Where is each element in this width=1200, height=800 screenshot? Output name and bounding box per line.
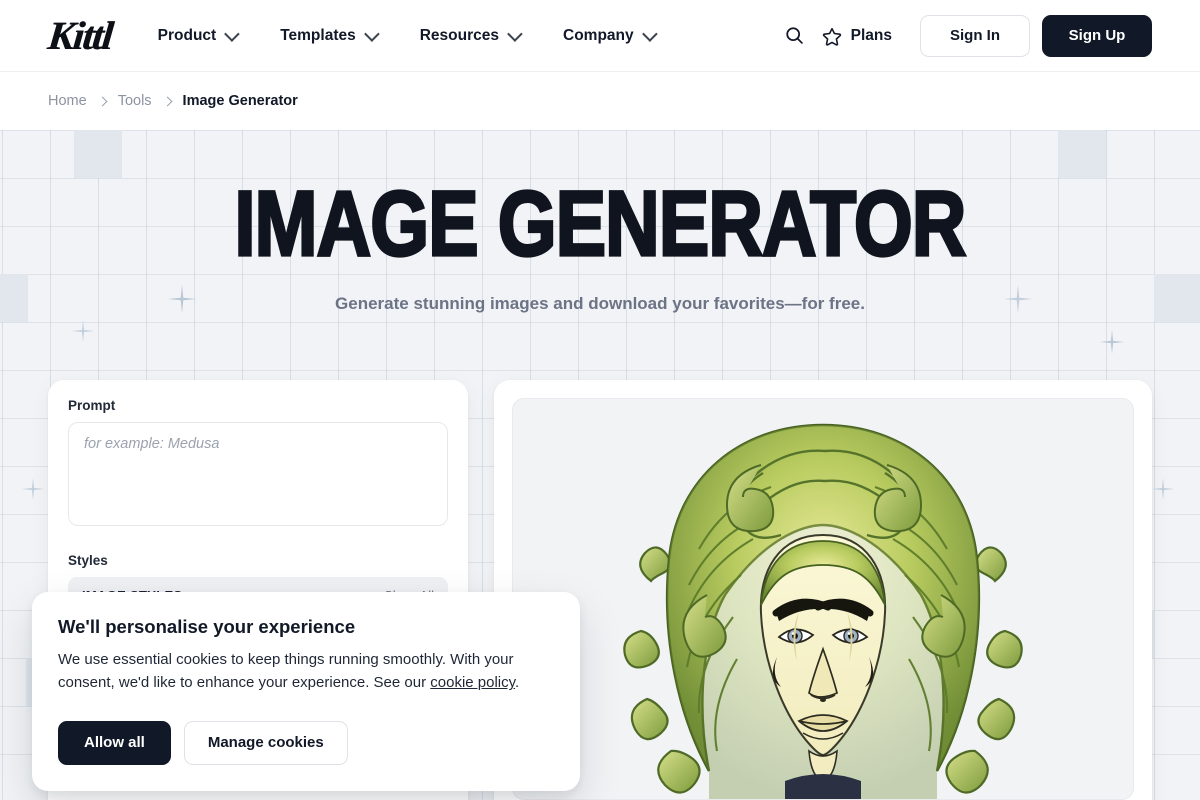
allow-all-button[interactable]: Allow all	[58, 720, 171, 765]
cookie-body-text-end: .	[515, 674, 520, 692]
nav-item-resources[interactable]: Resources	[398, 26, 541, 45]
breadcrumb-item-home[interactable]: Home	[48, 93, 87, 109]
sign-up-button[interactable]: Sign Up	[1042, 14, 1152, 57]
prompt-label: Prompt	[68, 398, 116, 413]
cookie-banner-body: We use essential cookies to keep things …	[58, 648, 538, 695]
nav-item-product[interactable]: Product	[136, 26, 259, 45]
chevron-down-icon	[363, 26, 380, 42]
page-title: IMAGE GENERATOR	[233, 173, 967, 275]
page-root: Kittl Product Templates Resources Compan…	[0, 0, 1200, 800]
nav-item-label: Company	[563, 26, 634, 44]
plans-label: Plans	[850, 26, 892, 44]
cookie-policy-link[interactable]: cookie policy	[430, 674, 515, 691]
styles-label: Styles	[68, 553, 108, 568]
chevron-down-icon	[641, 26, 658, 42]
primary-nav: Product Templates Resources Company	[136, 26, 676, 45]
cookie-banner-title: We'll personalise your experience	[58, 616, 356, 637]
chevron-down-icon	[224, 26, 240, 42]
chevron-down-icon	[507, 26, 523, 42]
cookie-consent-banner: We'll personalise your experience We use…	[32, 592, 580, 791]
chevron-right-icon	[97, 96, 108, 106]
nav-item-templates[interactable]: Templates	[258, 26, 398, 45]
nav-item-label: Resources	[419, 26, 499, 44]
kittl-logo[interactable]: Kittl	[46, 13, 114, 58]
nav-item-company[interactable]: Company	[541, 26, 676, 45]
prompt-input[interactable]	[68, 422, 448, 526]
breadcrumb: Home Tools Image Generator	[48, 93, 298, 109]
nav-item-label: Product	[157, 26, 217, 44]
manage-cookies-button[interactable]: Manage cookies	[183, 720, 348, 765]
page-subtitle: Generate stunning images and download yo…	[335, 293, 865, 313]
star-icon	[822, 27, 841, 46]
site-header: Kittl Product Templates Resources Compan…	[0, 0, 1200, 72]
search-button[interactable]	[776, 17, 814, 55]
preview-panel	[494, 380, 1152, 800]
breadcrumb-item-current: Image Generator	[182, 93, 298, 109]
medusa-generated-image	[623, 423, 1023, 799]
plans-button[interactable]: Plans	[814, 26, 906, 46]
hero-content: IMAGE GENERATOR Generate stunning images…	[0, 130, 1200, 314]
chevron-right-icon	[162, 96, 172, 106]
breadcrumb-item-tools[interactable]: Tools	[118, 93, 152, 109]
header-actions: Plans Sign In Sign Up	[776, 14, 1152, 57]
image-preview-area	[512, 398, 1134, 800]
nav-item-label: Templates	[280, 26, 356, 44]
search-icon	[786, 27, 803, 44]
cookie-banner-actions: Allow all Manage cookies	[58, 720, 554, 765]
sign-in-button[interactable]: Sign In	[920, 14, 1030, 57]
breadcrumb-bar: Home Tools Image Generator	[0, 72, 1200, 130]
